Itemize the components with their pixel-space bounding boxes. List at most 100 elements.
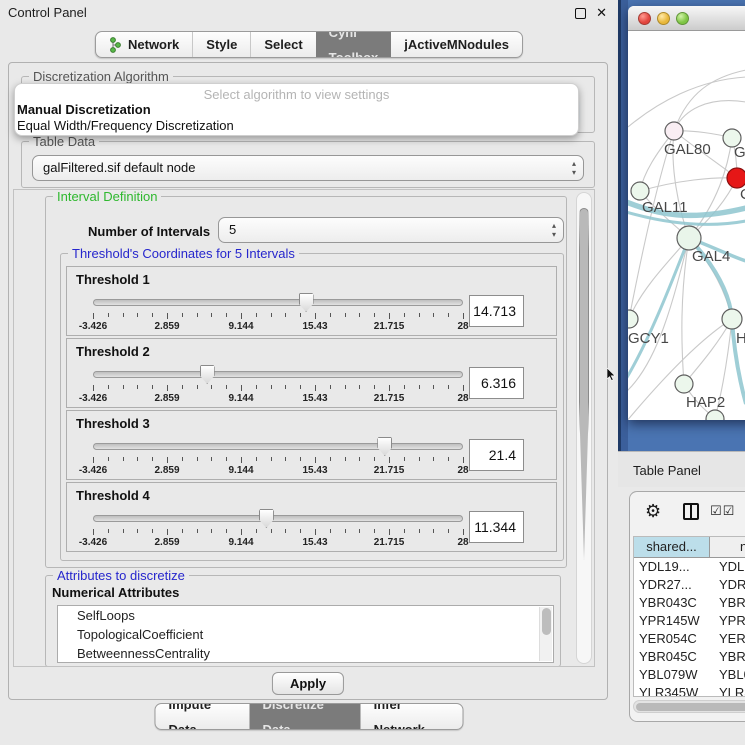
gear-icon[interactable]: ⚙	[645, 501, 661, 521]
column-header-name[interactable]: n	[710, 537, 745, 557]
table-cell-shared-name[interactable]: YBL079W	[634, 666, 710, 684]
dropdown-option[interactable]: Manual Discretization	[15, 102, 578, 118]
network-node-h[interactable]	[722, 309, 742, 329]
table-cell-shared-name[interactable]: YDL19...	[634, 558, 710, 576]
table-row[interactable]: YDR27...YDR2	[634, 576, 745, 594]
table-cell-shared-name[interactable]: YDR27...	[634, 576, 710, 594]
axis-tick-label: 2.859	[154, 393, 179, 404]
attribute-list-item[interactable]: BetweennessCentrality	[58, 644, 553, 663]
threshold-panel: Threshold 3-3.4262.8599.14415.4321.71528…	[66, 410, 557, 480]
network-node[interactable]	[706, 410, 724, 420]
close-panel-icon[interactable]: ✕	[596, 5, 607, 21]
tab-impute-data[interactable]: Impute Data	[156, 704, 250, 729]
apply-button[interactable]: Apply	[272, 672, 344, 695]
slider-tick	[419, 457, 420, 461]
network-node-gal80[interactable]	[665, 122, 683, 140]
table-horizontal-scrollbar[interactable]	[633, 700, 745, 713]
table-row[interactable]: YPR145WYPR1	[634, 612, 745, 630]
minimize-traffic-light[interactable]	[657, 12, 670, 25]
axis-tick-label: 9.144	[228, 465, 253, 476]
tab-discretize-data[interactable]: Discretize Data	[249, 704, 360, 729]
threshold-slider[interactable]: -3.4262.8599.14415.4321.71528	[93, 291, 463, 335]
number-of-intervals-combobox[interactable]: 5 ▴▾	[218, 217, 564, 243]
list-scrollbar[interactable]	[539, 607, 552, 661]
network-node-c[interactable]	[727, 168, 745, 188]
table-cell-name[interactable]: YBR0	[710, 594, 745, 612]
number-of-intervals-value: 5	[229, 222, 236, 237]
table-cell-name[interactable]: YPR1	[710, 612, 745, 630]
slider-tick	[404, 313, 405, 317]
slider-tick	[359, 457, 360, 461]
table-cell-name[interactable]: YDL1	[710, 558, 745, 576]
slider-tick	[345, 457, 346, 461]
slider-tick	[93, 313, 94, 319]
table-row[interactable]: YBL079WYBL0	[634, 666, 745, 684]
slider-tick	[197, 313, 198, 317]
table-data-combobox[interactable]: galFiltered.sif default node ▴▾	[32, 155, 584, 181]
close-traffic-light[interactable]	[638, 12, 651, 25]
slider-thumb[interactable]	[200, 365, 215, 384]
table-row[interactable]: YBR045CYBR0	[634, 648, 745, 666]
table-cell-shared-name[interactable]: YLR345W	[634, 684, 710, 697]
column-header-shared-name[interactable]: shared...	[634, 537, 710, 557]
group-title: Discretization Algorithm	[29, 69, 173, 84]
table-cell-name[interactable]: YBR0	[710, 648, 745, 666]
network-node-gal4[interactable]	[677, 226, 701, 250]
slider-track[interactable]	[93, 371, 463, 378]
settings-vertical-scrollbar[interactable]	[576, 192, 592, 664]
network-node-gal11[interactable]	[631, 182, 649, 200]
threshold-value-input[interactable]: 11.344	[469, 511, 524, 543]
slider-thumb[interactable]	[259, 509, 274, 528]
slider-track[interactable]	[93, 443, 463, 450]
table-cell-name[interactable]: YLR3	[710, 684, 745, 697]
table-toolbar: ⚙ ☑☑	[630, 492, 745, 532]
tab-select[interactable]: Select	[250, 32, 315, 57]
threshold-slider[interactable]: -3.4262.8599.14415.4321.71528	[93, 435, 463, 479]
bottom-tab-bar: Impute DataDiscretize DataInfer Network	[155, 703, 464, 730]
attribute-list-item[interactable]: TopologicalCoefficient	[58, 625, 553, 644]
tab-style[interactable]: Style	[192, 32, 250, 57]
threshold-value-input[interactable]: 6.316	[469, 367, 524, 399]
slider-thumb[interactable]	[377, 437, 392, 456]
table-row[interactable]: YLR345WYLR3	[634, 684, 745, 697]
threshold-value-input[interactable]: 14.713	[469, 295, 524, 327]
network-canvas[interactable]: GAL80GACGAL11GAL4GCY1HHAP2	[628, 32, 745, 420]
table-cell-name[interactable]: YBL0	[710, 666, 745, 684]
table-cell-name[interactable]: YER0	[710, 630, 745, 648]
float-window-icon[interactable]	[575, 8, 586, 19]
attribute-list-item[interactable]: SelfLoops	[58, 606, 553, 625]
table-cell-name[interactable]: YDR2	[710, 576, 745, 594]
tab-cyni-toolbox[interactable]: Cyni Toolbox	[316, 32, 392, 57]
tab-infer-network[interactable]: Infer Network	[361, 704, 463, 729]
threshold-value-input[interactable]: 21.4	[469, 439, 524, 471]
slider-tick	[167, 529, 168, 535]
dropdown-option[interactable]: Equal Width/Frequency Discretization	[15, 118, 578, 134]
slider-tick	[419, 385, 420, 389]
columns-icon[interactable]	[683, 503, 699, 520]
tab-jactivemnodules[interactable]: jActiveMNodules	[391, 32, 522, 57]
slider-tick	[123, 385, 124, 389]
axis-tick-label: 15.43	[302, 465, 327, 476]
table-cell-shared-name[interactable]: YBR045C	[634, 648, 710, 666]
table-cell-shared-name[interactable]: YBR043C	[634, 594, 710, 612]
network-node-gcy1[interactable]	[628, 310, 638, 328]
number-of-intervals-label: Number of Intervals	[88, 224, 210, 239]
axis-tick-label: 21.715	[374, 537, 405, 548]
table-row[interactable]: YBR043CYBR0	[634, 594, 745, 612]
slider-track[interactable]	[93, 299, 463, 306]
table-cell-shared-name[interactable]: YER054C	[634, 630, 710, 648]
slider-tick	[256, 313, 257, 317]
slider-tick	[197, 529, 198, 533]
select-columns-checkbox-icons[interactable]: ☑☑	[710, 503, 735, 519]
table-cell-shared-name[interactable]: YPR145W	[634, 612, 710, 630]
slider-track[interactable]	[93, 515, 463, 522]
table-row[interactable]: YER054CYER0	[634, 630, 745, 648]
network-node-hap2[interactable]	[675, 375, 693, 393]
table-row[interactable]: YDL19...YDL1	[634, 558, 745, 576]
tab-network[interactable]: Network	[96, 32, 192, 57]
threshold-slider[interactable]: -3.4262.8599.14415.4321.71528	[93, 363, 463, 407]
threshold-slider[interactable]: -3.4262.8599.14415.4321.71528	[93, 507, 463, 551]
slider-thumb[interactable]	[299, 293, 314, 312]
panel-title: Control Panel	[8, 5, 87, 20]
zoom-traffic-light[interactable]	[676, 12, 689, 25]
